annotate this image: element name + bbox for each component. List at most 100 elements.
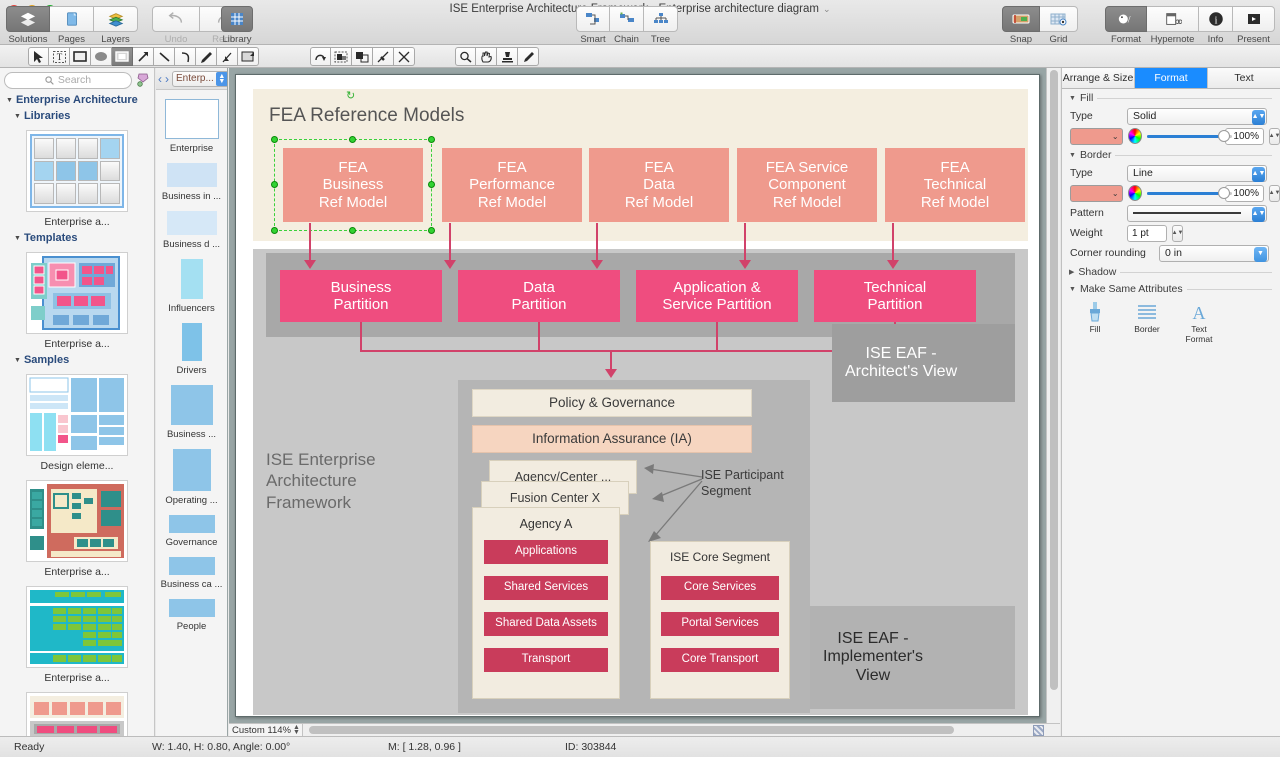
selection-handle-tl[interactable] xyxy=(271,136,278,143)
rotate-tool[interactable] xyxy=(310,47,331,66)
selection-handle-tc[interactable] xyxy=(349,136,356,143)
corner-rounding-select[interactable]: 0 in ▼ xyxy=(1159,245,1269,262)
page-tab-stepper[interactable]: ▲▼ xyxy=(216,72,228,86)
eyedropper-tool[interactable] xyxy=(518,47,539,66)
document-viewport[interactable]: FEA Reference Models FEA Business Ref Mo… xyxy=(229,68,1046,723)
ellipse-tool[interactable] xyxy=(91,47,112,66)
sidebar-section-templates[interactable]: ▼ Templates xyxy=(0,230,154,246)
agency-item-applications[interactable]: Applications xyxy=(484,540,608,564)
partition-business[interactable]: Business Partition xyxy=(280,270,442,322)
tab-format[interactable]: Format xyxy=(1135,68,1208,88)
fea-box-data[interactable]: FEA Data Ref Model xyxy=(589,148,729,222)
hand-tool[interactable] xyxy=(476,47,497,66)
resize-grip-icon[interactable] xyxy=(1033,725,1044,736)
curve-tool[interactable] xyxy=(175,47,196,66)
library-thumb-item[interactable]: Enterprise a... xyxy=(0,124,154,230)
connect-tool[interactable] xyxy=(373,47,394,66)
canvas-area[interactable]: FEA Reference Models FEA Business Ref Mo… xyxy=(229,68,1060,736)
diagram-page[interactable]: FEA Reference Models FEA Business Ref Mo… xyxy=(235,74,1040,717)
shape-item-business-in[interactable]: Business in ... xyxy=(156,163,227,202)
selection-handle-mr[interactable] xyxy=(428,181,435,188)
slider-handle[interactable] xyxy=(1218,130,1230,142)
fea-box-performance[interactable]: FEA Performance Ref Model xyxy=(442,148,582,222)
core-item-core-services[interactable]: Core Services xyxy=(661,576,779,600)
border-color-swatch[interactable]: ⌄ xyxy=(1070,185,1123,202)
snap-button[interactable]: Snap xyxy=(1002,6,1040,32)
pointer-tool[interactable] xyxy=(28,47,49,66)
chain-connector-button[interactable]: Chain xyxy=(610,6,644,32)
selection-handle-tr[interactable] xyxy=(428,136,435,143)
grid-button[interactable]: Grid xyxy=(1040,6,1078,32)
border-weight-stepper[interactable]: ▲▼ xyxy=(1172,225,1183,242)
search-input[interactable]: Search xyxy=(4,72,132,89)
template-thumb-item[interactable]: Enterprise a... xyxy=(0,246,154,352)
line-tool[interactable] xyxy=(154,47,175,66)
fea-box-service-component[interactable]: FEA Service Component Ref Model xyxy=(737,148,877,222)
text-tool[interactable]: T xyxy=(49,47,70,66)
selection-handle-br[interactable] xyxy=(428,227,435,234)
rectangle-tool[interactable] xyxy=(70,47,91,66)
section-header-border[interactable]: ▼ Border xyxy=(1062,146,1280,163)
shape-item-business[interactable]: Business ... xyxy=(156,385,227,440)
implementer-view-label[interactable]: ISE EAF - Implementer's View xyxy=(810,606,1015,709)
chevron-left-icon[interactable]: ‹ xyxy=(158,72,162,86)
fea-section-title[interactable]: FEA Reference Models xyxy=(269,101,589,131)
make-same-border-button[interactable]: Border xyxy=(1124,301,1170,345)
vertical-scroll-thumb[interactable] xyxy=(1050,70,1058,690)
border-weight-value[interactable]: 1 pt xyxy=(1127,225,1167,242)
fill-type-stepper[interactable]: ▲▼ xyxy=(1252,110,1265,125)
stamp-tool[interactable] xyxy=(497,47,518,66)
solutions-button[interactable]: Solutions xyxy=(6,6,50,32)
core-item-core-transport[interactable]: Core Transport xyxy=(661,648,779,672)
tree-connector-button[interactable]: Tree xyxy=(644,6,678,32)
sample-thumb-item[interactable]: Enterprise a... xyxy=(0,474,154,580)
library-button[interactable]: Library xyxy=(221,6,253,32)
framework-label[interactable]: ISE Enterprise Architecture Framework xyxy=(266,449,456,513)
connector-performance[interactable] xyxy=(449,223,451,263)
section-header-make-same[interactable]: ▼ Make Same Attributes xyxy=(1062,280,1280,297)
shape-item-people[interactable]: People xyxy=(156,599,227,632)
sample-thumb-item[interactable]: Enterprise a... xyxy=(0,580,154,686)
add-solution-icon[interactable] xyxy=(136,73,150,87)
section-header-fill[interactable]: ▼ Fill xyxy=(1062,89,1280,106)
partition-application-service[interactable]: Application & Service Partition xyxy=(636,270,798,322)
callout-tool[interactable] xyxy=(238,47,259,66)
connector-business[interactable] xyxy=(309,223,311,263)
chevron-right-icon[interactable]: › xyxy=(165,72,169,86)
pages-button[interactable]: Pages xyxy=(50,6,94,32)
fill-color-swatch[interactable]: ⌄ xyxy=(1070,128,1123,145)
fill-color-wheel-icon[interactable] xyxy=(1128,128,1142,144)
section-header-shadow[interactable]: ▶ Shadow xyxy=(1062,263,1280,280)
fill-opacity-slider[interactable] xyxy=(1147,129,1220,143)
zoom-tool[interactable] xyxy=(455,47,476,66)
tab-text[interactable]: Text xyxy=(1208,68,1280,88)
border-opacity-stepper[interactable]: ▲▼ xyxy=(1269,185,1280,202)
shape-item-drivers[interactable]: Drivers xyxy=(156,323,227,376)
fill-opacity-stepper[interactable]: ▲▼ xyxy=(1269,128,1280,145)
connector-technical[interactable] xyxy=(892,223,894,263)
rounded-rectangle-tool[interactable] xyxy=(112,47,133,66)
participant-callout-label[interactable]: ISE Participant Segment xyxy=(701,467,841,500)
core-item-portal-services[interactable]: Portal Services xyxy=(661,612,779,636)
zoom-level-control[interactable]: Custom 114% ▲▼ xyxy=(229,724,303,737)
border-pattern-stepper[interactable]: ▲▼ xyxy=(1252,207,1265,222)
sample-thumb-item[interactable]: Design eleme... xyxy=(0,368,154,474)
sidebar-section-libraries[interactable]: ▼ Libraries xyxy=(0,108,154,124)
agency-item-transport[interactable]: Transport xyxy=(484,648,608,672)
border-type-select[interactable]: Line ▲▼ xyxy=(1127,165,1267,182)
undo-button[interactable]: Undo xyxy=(152,6,200,32)
group-tool[interactable] xyxy=(331,47,352,66)
sidebar-root-header[interactable]: ▼ Enterprise Architecture xyxy=(0,92,154,108)
make-same-fill-button[interactable]: Fill xyxy=(1072,301,1118,345)
information-assurance-bar[interactable]: Information Assurance (IA) xyxy=(472,425,752,453)
selection-handle-bc[interactable] xyxy=(349,227,356,234)
shape-item-operating[interactable]: Operating ... xyxy=(156,449,227,506)
slider-handle[interactable] xyxy=(1218,187,1230,199)
border-type-stepper[interactable]: ▲▼ xyxy=(1252,167,1265,182)
sidebar-section-samples[interactable]: ▼ Samples xyxy=(0,352,154,368)
border-pattern-select[interactable]: ▲▼ xyxy=(1127,205,1267,222)
title-chevron-icon[interactable]: ⌄ xyxy=(823,4,831,14)
partition-data[interactable]: Data Partition xyxy=(458,270,620,322)
arrow-line-tool[interactable] xyxy=(133,47,154,66)
zoom-stepper-icon[interactable]: ▲▼ xyxy=(293,725,300,735)
